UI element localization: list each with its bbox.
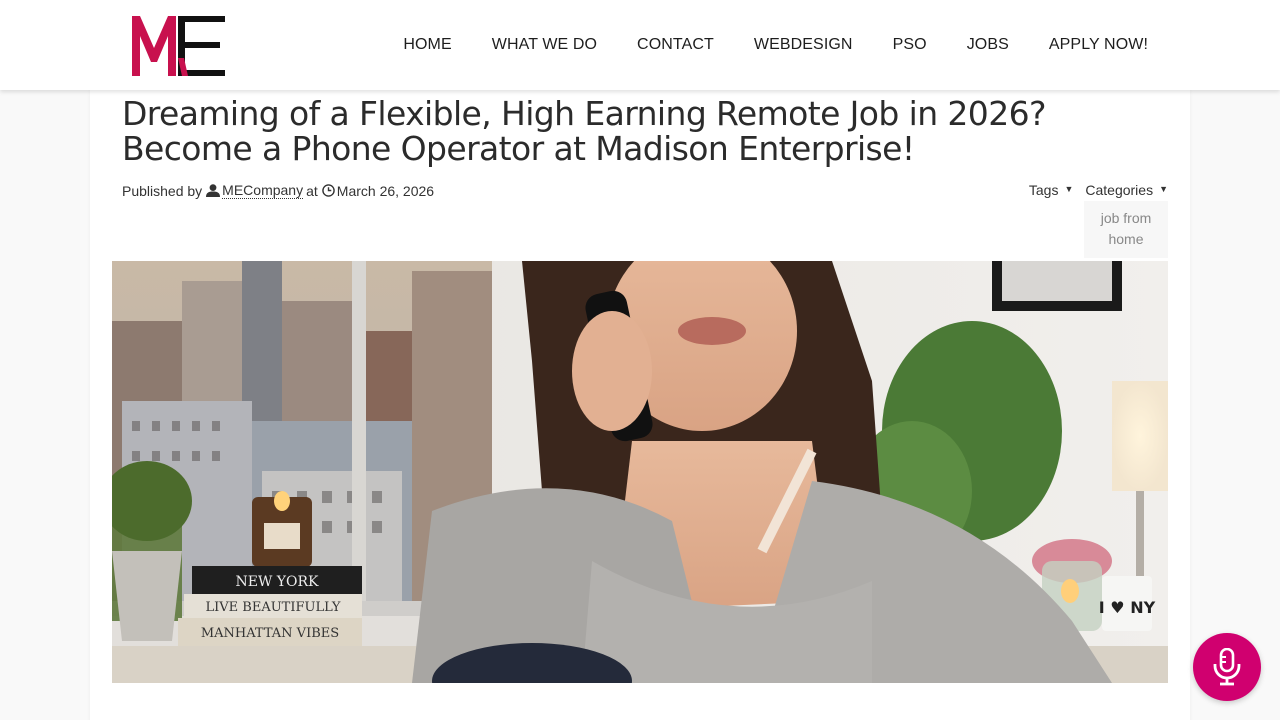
nav-jobs[interactable]: JOBS	[947, 36, 1029, 54]
at-label: at	[306, 182, 318, 199]
categories-label: Categories	[1085, 182, 1154, 198]
tags-dropdown[interactable]: Tags ▼	[1029, 182, 1074, 198]
book-title-live-beautifully: LIVE BEAUTIFULLY	[206, 600, 341, 615]
clock-icon	[322, 184, 335, 197]
microphone-icon	[1213, 648, 1241, 686]
tags-label: Tags	[1028, 182, 1059, 198]
taxonomy-bar: Tags ▼ Categories ▼	[1029, 182, 1168, 198]
nav-what-we-do[interactable]: WHAT WE DO	[472, 36, 617, 54]
nav-home[interactable]: HOME	[383, 36, 471, 54]
nav-apply-now[interactable]: APPLY NOW!	[1029, 36, 1168, 54]
post-date: March 26, 2026	[336, 182, 435, 199]
nav-contact[interactable]: CONTACT	[617, 36, 734, 54]
post-card: Dreaming of a Flexible, High Earning Rem…	[90, 90, 1190, 720]
post-title: Dreaming of a Flexible, High Earning Rem…	[122, 94, 1047, 168]
mug-text: I ♥ NY	[1099, 598, 1156, 617]
site-header: HOME WHAT WE DO CONTACT WEBDESIGN PSO JO…	[0, 0, 1280, 90]
nav-webdesign[interactable]: WEBDESIGN	[734, 36, 873, 54]
author-link[interactable]: MECompany	[222, 182, 304, 199]
category-link[interactable]: job from home	[1101, 210, 1152, 247]
main-nav: HOME WHAT WE DO CONTACT WEBDESIGN PSO JO…	[383, 0, 1168, 90]
user-icon	[206, 184, 221, 197]
caret-down-icon: ▼	[1064, 184, 1074, 194]
book-title-new-york: NEW YORK	[235, 574, 319, 590]
featured-image: NEW YORK LIVE BEAUTIFULLY MANHATTAN VIBE…	[112, 261, 1168, 683]
categories-list: job from home	[1084, 201, 1168, 258]
voice-assistant-button[interactable]	[1193, 633, 1261, 701]
book-title-manhattan-vibes: MANHATTAN VIBES	[201, 626, 339, 641]
logo-icon	[132, 16, 225, 76]
site-logo[interactable]	[130, 14, 228, 78]
nav-pso[interactable]: PSO	[873, 36, 947, 54]
post-meta: Published by MECompany at March 26, 2026	[122, 182, 434, 199]
caret-down-icon: ▼	[1159, 184, 1168, 194]
featured-photo: NEW YORK LIVE BEAUTIFULLY MANHATTAN VIBE…	[112, 261, 1168, 683]
published-by-label: Published by	[122, 182, 203, 199]
categories-dropdown[interactable]: Categories ▼	[1085, 182, 1168, 198]
